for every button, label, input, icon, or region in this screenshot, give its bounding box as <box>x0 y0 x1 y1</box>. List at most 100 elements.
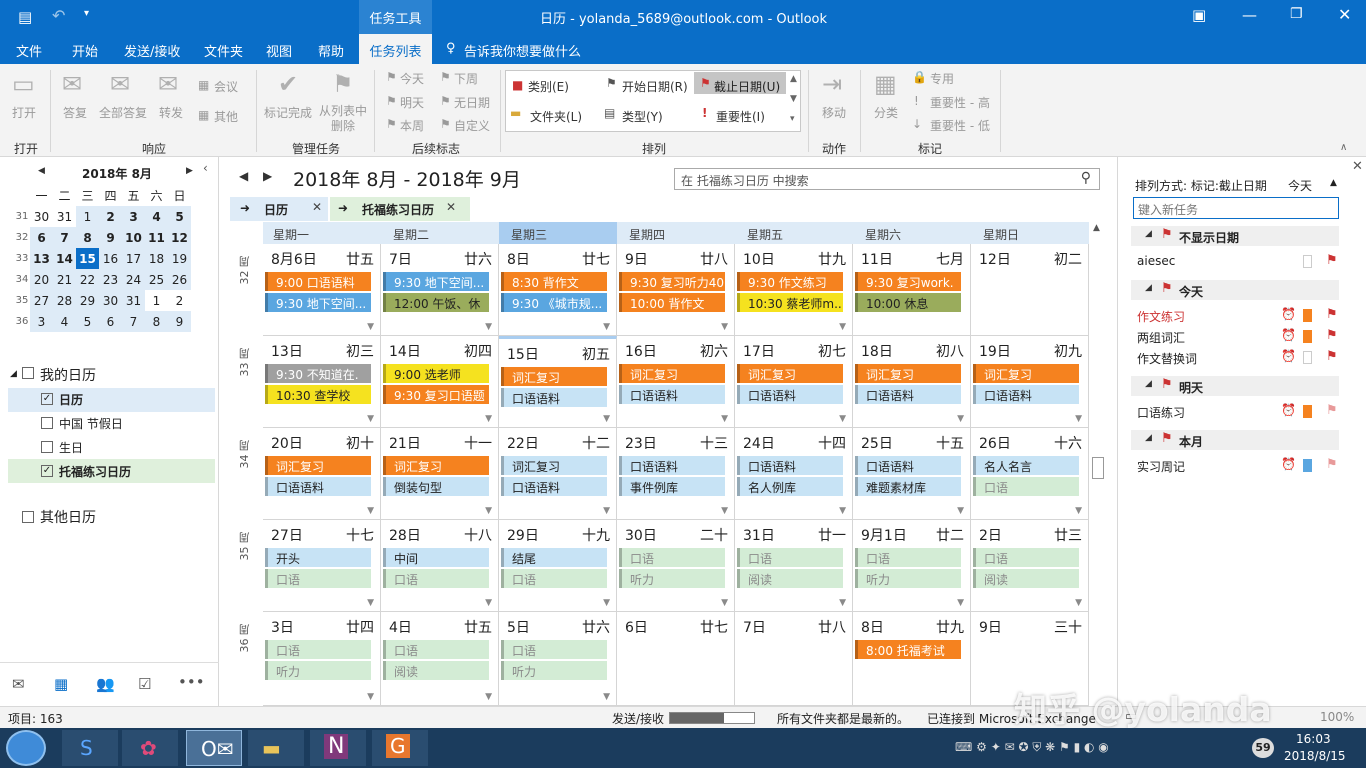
calendar-checkbox-4[interactable]: ✓ <box>41 465 53 477</box>
calendar-item-calendar[interactable]: 日历 <box>59 391 83 408</box>
day-cell[interactable]: 11日 七月 9:30 复习work. 10:00 休息 <box>853 244 971 336</box>
calendar-event[interactable]: 结尾 <box>501 548 607 567</box>
calendar-event[interactable]: 口语语料 <box>265 477 371 496</box>
mini-cal-day[interactable]: 20 <box>30 269 53 290</box>
menu-help[interactable]: 帮助 <box>318 41 344 60</box>
categorize-button[interactable]: 分类 <box>874 104 898 121</box>
collapse-group-icon[interactable]: ◢ <box>1145 379 1152 389</box>
more-button[interactable]: 其他 <box>214 108 238 125</box>
reply-button[interactable]: 答复 <box>63 104 87 121</box>
task-item[interactable]: 作文练习 <box>1137 308 1185 325</box>
day-cell[interactable]: 14日 初四 9:00 选老师 9:30 复习口语题 ▼ <box>381 336 499 428</box>
arrange-importance[interactable]: 重要性(I) <box>716 108 765 125</box>
mini-cal-day[interactable]: 1 <box>76 206 99 227</box>
menu-task-list[interactable]: 任务列表 <box>359 34 432 64</box>
forward-button[interactable]: 转发 <box>159 104 183 121</box>
tray-icons[interactable]: ⌨ ⚙ ✦ ✉ ✪ ⛨ ❋ ⚑ ▮ ◐ ◉ <box>955 740 1109 755</box>
meeting-button[interactable]: 会议 <box>214 78 238 95</box>
mini-cal-next-icon[interactable]: ▶ <box>186 166 193 176</box>
more-events-icon[interactable]: ▼ <box>367 506 374 516</box>
mini-cal-day[interactable]: 25 <box>145 269 168 290</box>
mini-cal-day[interactable]: 6 <box>99 311 122 332</box>
mini-cal-day[interactable]: 3 <box>30 311 53 332</box>
tasks-icon[interactable]: ☑ <box>138 675 151 693</box>
arrange-type[interactable]: 类型(Y) <box>622 108 663 125</box>
tray-badge-icon[interactable]: 59 <box>1252 738 1274 758</box>
mark-complete-button[interactable]: 标记完成 <box>264 104 312 121</box>
calendar-checkbox-2[interactable] <box>41 417 53 429</box>
calendar-event[interactable]: 9:30 复习听力40 <box>619 272 725 291</box>
mini-cal-day[interactable]: 15 <box>76 248 99 269</box>
my-calendars-checkbox[interactable] <box>22 367 34 379</box>
more-events-icon[interactable]: ▼ <box>957 598 964 608</box>
day-cell[interactable]: 31日 廿一 口语 阅读 ▼ <box>735 520 853 612</box>
calendar-event[interactable]: 词汇复习 <box>855 364 961 383</box>
day-cell[interactable]: 7日 廿六 9:30 地下空间... 12:00 午饭、休 ▼ <box>381 244 499 336</box>
calendar-event[interactable]: 词汇复习 <box>501 456 607 475</box>
reminder-icon[interactable]: ⏰ <box>1281 307 1296 321</box>
gallery-expand-icon[interactable]: ▾ <box>790 114 795 124</box>
day-cell[interactable]: 5日 廿六 口语 听力 ▼ <box>499 612 617 706</box>
mini-cal-day[interactable]: 27 <box>30 290 53 311</box>
day-cell[interactable]: 18日 初八 词汇复习 口语语料 ▼ <box>853 336 971 428</box>
calendar-event[interactable]: 名人例库 <box>737 477 843 496</box>
more-events-icon[interactable]: ▼ <box>367 322 374 332</box>
taskbar-app-pdf[interactable]: G <box>372 730 428 766</box>
reminder-icon[interactable]: ⏰ <box>1281 403 1296 417</box>
more-events-icon[interactable]: ▼ <box>1075 506 1082 516</box>
mini-cal-day[interactable]: 9 <box>168 311 191 332</box>
more-events-icon[interactable]: ▼ <box>485 598 492 608</box>
taskbar-app-outlook[interactable]: O✉ <box>186 730 242 766</box>
mini-cal-day[interactable]: 21 <box>53 269 76 290</box>
more-events-icon[interactable]: ▼ <box>367 692 374 702</box>
move-button[interactable]: 移动 <box>822 104 846 121</box>
taskbar-app-paint[interactable]: ✿ <box>122 730 178 766</box>
clock-date[interactable]: 2018/8/15 <box>1284 749 1346 763</box>
more-events-icon[interactable]: ▼ <box>603 322 610 332</box>
day-cell[interactable]: 9日 廿八 9:30 复习听力40 10:00 背作文 ▼ <box>617 244 735 336</box>
mini-cal-day[interactable]: 2 <box>168 290 191 311</box>
day-cell[interactable]: 24日 十四 口语语料 名人例库 ▼ <box>735 428 853 520</box>
calendar-event[interactable]: 9:30 《城市规... <box>501 293 607 312</box>
mini-cal-day[interactable]: 7 <box>122 311 145 332</box>
calendar-event[interactable]: 10:30 蔡老师m... <box>737 293 843 312</box>
calendar-event[interactable]: 9:30 作文练习 <box>737 272 843 291</box>
calendar-event[interactable]: 9:30 地下空间... <box>383 272 489 291</box>
low-importance-button[interactable]: 重要性 - 低 <box>930 117 990 134</box>
more-events-icon[interactable]: ▼ <box>485 506 492 516</box>
mini-cal-day[interactable]: 13 <box>30 248 53 269</box>
calendar-event[interactable]: 口语语料 <box>501 388 607 407</box>
high-importance-button[interactable]: 重要性 - 高 <box>930 94 990 111</box>
mini-cal-day[interactable]: 19 <box>168 248 191 269</box>
taskbar-app-explorer[interactable]: ▬ <box>248 730 304 766</box>
day-cell[interactable]: 25日 十五 口语语料 难题素材库 ▼ <box>853 428 971 520</box>
taskbar-app-onenote[interactable]: N <box>310 730 366 766</box>
day-cell[interactable]: 20日 初十 词汇复习 口语语料 ▼ <box>263 428 381 520</box>
gallery-up-icon[interactable]: ▲ <box>790 74 797 84</box>
day-cell[interactable]: 6日 廿七 <box>617 612 735 706</box>
mini-cal-day[interactable]: 2 <box>99 206 122 227</box>
day-cell[interactable]: 12日 初二 <box>971 244 1089 336</box>
calendar-event[interactable]: 阅读 <box>383 661 489 680</box>
more-events-icon[interactable]: ▼ <box>721 414 728 424</box>
more-events-icon[interactable]: ▼ <box>839 414 846 424</box>
mini-cal-day[interactable]: 9 <box>99 227 122 248</box>
calendar-event[interactable]: 阅读 <box>973 569 1079 588</box>
mini-cal-day[interactable]: 16 <box>99 248 122 269</box>
close-pane-icon[interactable]: ✕ <box>1352 159 1363 174</box>
calendar-event[interactable]: 10:00 背作文 <box>619 293 725 312</box>
search-icon[interactable]: ⚲ <box>1081 170 1091 186</box>
mini-cal-day[interactable]: 26 <box>168 269 191 290</box>
ribbon-display-options-icon[interactable]: ▣ <box>1192 6 1206 24</box>
next-period-icon[interactable]: ▶ <box>263 169 272 183</box>
day-cell[interactable]: 8日 廿七 8:30 背作文 9:30 《城市规... ▼ <box>499 244 617 336</box>
day-cell[interactable]: 10日 廿九 9:30 作文练习 10:30 蔡老师m... ▼ <box>735 244 853 336</box>
menu-send-receive[interactable]: 发送/接收 <box>124 41 180 60</box>
calendar-event[interactable]: 中间 <box>383 548 489 567</box>
calendar-event[interactable]: 口语语料 <box>973 385 1079 404</box>
task-flag-icon[interactable]: ⚑ <box>1326 307 1338 322</box>
calendar-event[interactable]: 9:30 复习口语题 <box>383 385 489 404</box>
collapse-ribbon-icon[interactable]: ∧ <box>1340 142 1347 153</box>
calendar-event[interactable]: 9:00 口语语料 <box>265 272 371 291</box>
more-events-icon[interactable]: ▼ <box>957 506 964 516</box>
